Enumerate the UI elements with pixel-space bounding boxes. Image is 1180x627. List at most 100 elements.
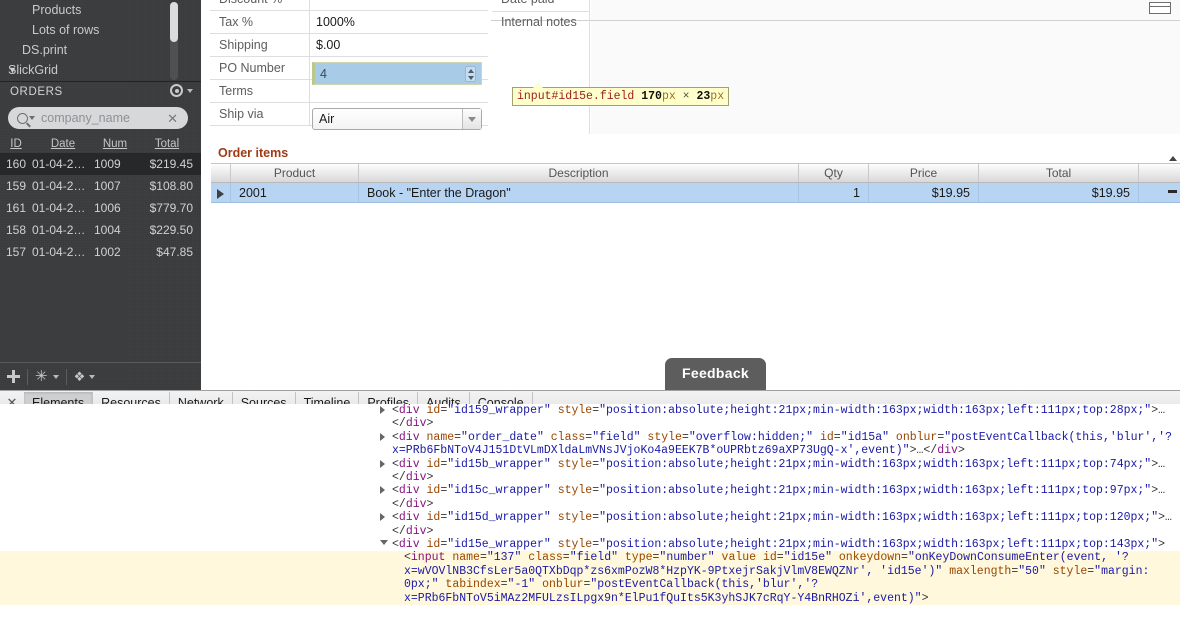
column-header-total[interactable]: Total <box>979 164 1139 182</box>
plus-icon <box>7 370 20 383</box>
quantity-stepper[interactable] <box>465 66 476 82</box>
orders-panel-header: ORDERS <box>0 82 201 102</box>
table-row[interactable]: 158 01-04-2… 1004 $229.50 <box>0 219 201 241</box>
dom-node[interactable]: <div id="id159_wrapper" style="position:… <box>0 404 1180 431</box>
orders-grid-header: ID Date Num Total <box>0 135 201 153</box>
dom-node[interactable]: <div id="id15d_wrapper" style="position:… <box>0 511 1180 538</box>
devtools-dom-tree[interactable]: <div id="id159_wrapper" style="position:… <box>0 404 1180 616</box>
tree-item-ds-print[interactable]: DS.print <box>0 40 185 60</box>
actions-button[interactable]: ✳ <box>28 363 66 391</box>
dom-node[interactable]: <div name="order_date" class="field" sty… <box>0 431 1180 458</box>
column-header-id[interactable]: ID <box>0 135 32 153</box>
column-header-expander <box>211 164 231 182</box>
table-row[interactable]: 2001 Book - "Enter the Dragon" 1 $19.95 … <box>211 183 1180 203</box>
table-row[interactable]: 160 01-04-2… 1009 $219.45 <box>0 153 201 175</box>
table-row[interactable]: 157 01-04-2… 1002 $47.85 <box>0 241 201 263</box>
cell-total: $19.95 <box>979 183 1139 202</box>
column-header-product[interactable]: Product <box>231 164 359 182</box>
cell-description: Book - "Enter the Dragon" <box>359 183 799 202</box>
chevron-down-icon[interactable] <box>52 374 59 379</box>
cell-num: 1004 <box>94 223 121 237</box>
chevron-down-icon[interactable] <box>29 116 35 120</box>
cell-id: 159 <box>5 179 27 193</box>
chevron-up-icon[interactable] <box>467 68 474 73</box>
devtools-panel: ✕ Elements Resources Network Sources Tim… <box>0 390 1180 627</box>
cell-date: 01-04-2… <box>32 201 86 215</box>
record-circle-icon[interactable] <box>170 84 183 97</box>
column-header-price[interactable]: Price <box>869 164 979 182</box>
search-input-value: company_name <box>41 111 130 125</box>
column-header-description[interactable]: Description <box>359 164 799 182</box>
column-header-date[interactable]: Date <box>32 135 94 153</box>
dom-node-selected[interactable]: <input name="137" class="field" type="nu… <box>0 551 1180 606</box>
sidebar-toolbar: ✳ ❖ <box>0 362 201 390</box>
cell-id: 161 <box>5 201 27 215</box>
chevron-right-icon[interactable] <box>380 486 385 495</box>
column-header-qty[interactable]: Qty <box>799 164 869 182</box>
field-label: Internal notes <box>501 15 577 29</box>
chevron-right-icon[interactable] <box>380 432 385 441</box>
ship-via-dropdown-button[interactable] <box>462 109 481 129</box>
column-header-total[interactable]: Total <box>136 135 198 153</box>
row-expander-button[interactable] <box>211 183 231 202</box>
close-icon[interactable]: ✕ <box>167 112 178 125</box>
minimize-icon[interactable] <box>1149 2 1171 14</box>
dom-node[interactable]: <div id="id15b_wrapper" style="position:… <box>0 458 1180 485</box>
po-number-input-value: 4 <box>320 66 327 81</box>
scroll-up-icon[interactable] <box>1169 156 1177 161</box>
main-panel: Discount % Tax % 1000% Shipping $.00 PO … <box>201 0 1180 390</box>
tree-item-products[interactable]: Products <box>0 0 185 20</box>
chevron-down-icon[interactable] <box>380 540 388 546</box>
orders-panel-title: ORDERS <box>10 86 63 98</box>
tree-scrollbar[interactable] <box>170 2 178 80</box>
options-button[interactable]: ❖ <box>67 363 103 391</box>
nav-tree: Products Lots of rows DS.print ▼ SlickGr… <box>0 0 185 82</box>
form-row-date-paid: Date paid <box>492 0 682 11</box>
field-label: Date paid <box>492 0 592 11</box>
form-row-internal-notes: Internal notes <box>492 11 682 34</box>
tooltip-height: 23 <box>696 90 711 103</box>
add-button[interactable] <box>0 363 27 391</box>
application-window: Products Lots of rows DS.print ▼ SlickGr… <box>0 0 1180 627</box>
order-form-right: Date paid Internal notes <box>492 0 682 34</box>
tooltip-selector: input#id15e.field <box>517 90 635 103</box>
tree-item-slickgrid[interactable]: ▼ SlickGrid <box>0 60 185 80</box>
cell-date: 01-04-2… <box>32 179 86 193</box>
chevron-right-icon[interactable] <box>380 459 385 468</box>
po-number-input[interactable]: 4 <box>312 62 482 85</box>
chevron-down-icon[interactable] <box>89 374 96 379</box>
ship-via-select[interactable]: Air <box>312 108 482 130</box>
field-value-discount[interactable] <box>310 0 488 11</box>
table-row[interactable]: 159 01-04-2… 1007 $108.80 <box>0 175 201 197</box>
row-handle-icon[interactable] <box>1168 190 1177 193</box>
field-value-shipping[interactable]: $.00 <box>310 34 488 57</box>
tree-scrollbar-thumb[interactable] <box>170 2 178 42</box>
field-value-tax[interactable]: 1000% <box>310 11 488 34</box>
tree-item-lots-of-rows[interactable]: Lots of rows <box>0 20 185 40</box>
chevron-down-icon[interactable] <box>187 88 193 93</box>
search-input[interactable]: company_name ✕ <box>8 107 188 129</box>
tooltip-times-symbol: × <box>682 90 690 103</box>
dom-node[interactable]: <div id="id15c_wrapper" style="position:… <box>0 484 1180 511</box>
cell-num: 1006 <box>94 201 121 215</box>
chevron-down-icon[interactable] <box>467 75 474 80</box>
chevron-right-icon[interactable] <box>380 513 385 522</box>
cell-total: $108.80 <box>149 179 193 193</box>
cell-date: 01-04-2… <box>32 245 86 259</box>
chevron-right-icon[interactable] <box>380 406 385 414</box>
column-header-num[interactable]: Num <box>94 135 136 153</box>
cell-id: 158 <box>5 223 27 237</box>
form-row-shipping: Shipping $.00 <box>210 33 488 57</box>
table-row[interactable]: 161 01-04-2… 1006 $779.70 <box>0 197 201 219</box>
star-icon: ✳ <box>35 368 48 385</box>
field-label: Discount % <box>210 0 310 11</box>
sidebar: Products Lots of rows DS.print ▼ SlickGr… <box>0 0 201 390</box>
orders-panel-tools[interactable] <box>170 84 193 97</box>
feedback-tab[interactable]: Feedback <box>665 358 766 390</box>
chevron-down-icon[interactable]: ▼ <box>8 60 17 80</box>
orders-grid: ID Date Num Total 160 01-04-2… 1009 $219… <box>0 135 201 360</box>
tree-item-label: Lots of rows <box>32 23 100 37</box>
dom-node[interactable]: <div id="id15e_wrapper" style="position:… <box>0 538 1180 551</box>
cell-id: 160 <box>5 157 27 171</box>
field-label: Shipping <box>210 33 310 57</box>
